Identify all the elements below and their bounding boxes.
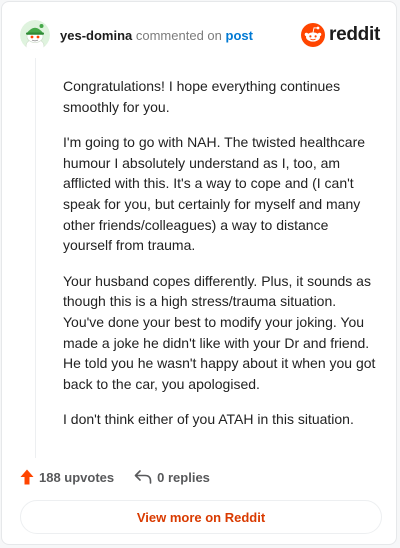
reddit-logo-icon	[301, 23, 326, 47]
comment-paragraph: Congratulations! I hope everything conti…	[63, 78, 341, 115]
upvote-arrow-icon	[20, 469, 34, 485]
comment-footer: 188 upvotes 0 replies	[20, 466, 210, 488]
snoo-avatar-icon[interactable]	[20, 20, 50, 50]
reply-arrow-icon	[134, 470, 152, 484]
reply-count: 0 replies	[157, 469, 210, 485]
comment-body: Congratulations! I hope everything conti…	[63, 76, 378, 445]
username[interactable]: yes-domina	[60, 28, 132, 43]
reddit-logo[interactable]: reddit	[301, 23, 380, 47]
comment-paragraph: Your husband copes differently. Plus, it…	[63, 272, 376, 392]
upvote-count: 188 upvotes	[39, 469, 115, 485]
comment-paragraph: I don't think either of you ATAH in this…	[63, 411, 354, 428]
post-link[interactable]: post	[226, 28, 253, 43]
thread-line	[35, 58, 36, 458]
view-more-button[interactable]: View more on Reddit	[20, 500, 382, 534]
comment-header: yes-domina commented on post reddit	[20, 20, 380, 50]
reply-button[interactable]: 0 replies	[134, 470, 210, 485]
action-text: commented on	[135, 27, 222, 43]
upvote-button[interactable]: 188 upvotes	[20, 469, 114, 485]
comment-paragraph: I'm going to go with NAH. The twisted he…	[63, 134, 366, 254]
reddit-wordmark: reddit	[329, 24, 380, 45]
comment-card: yes-domina commented on post reddit Cong…	[1, 1, 397, 545]
comment-meta: yes-domina commented on post	[60, 28, 253, 43]
